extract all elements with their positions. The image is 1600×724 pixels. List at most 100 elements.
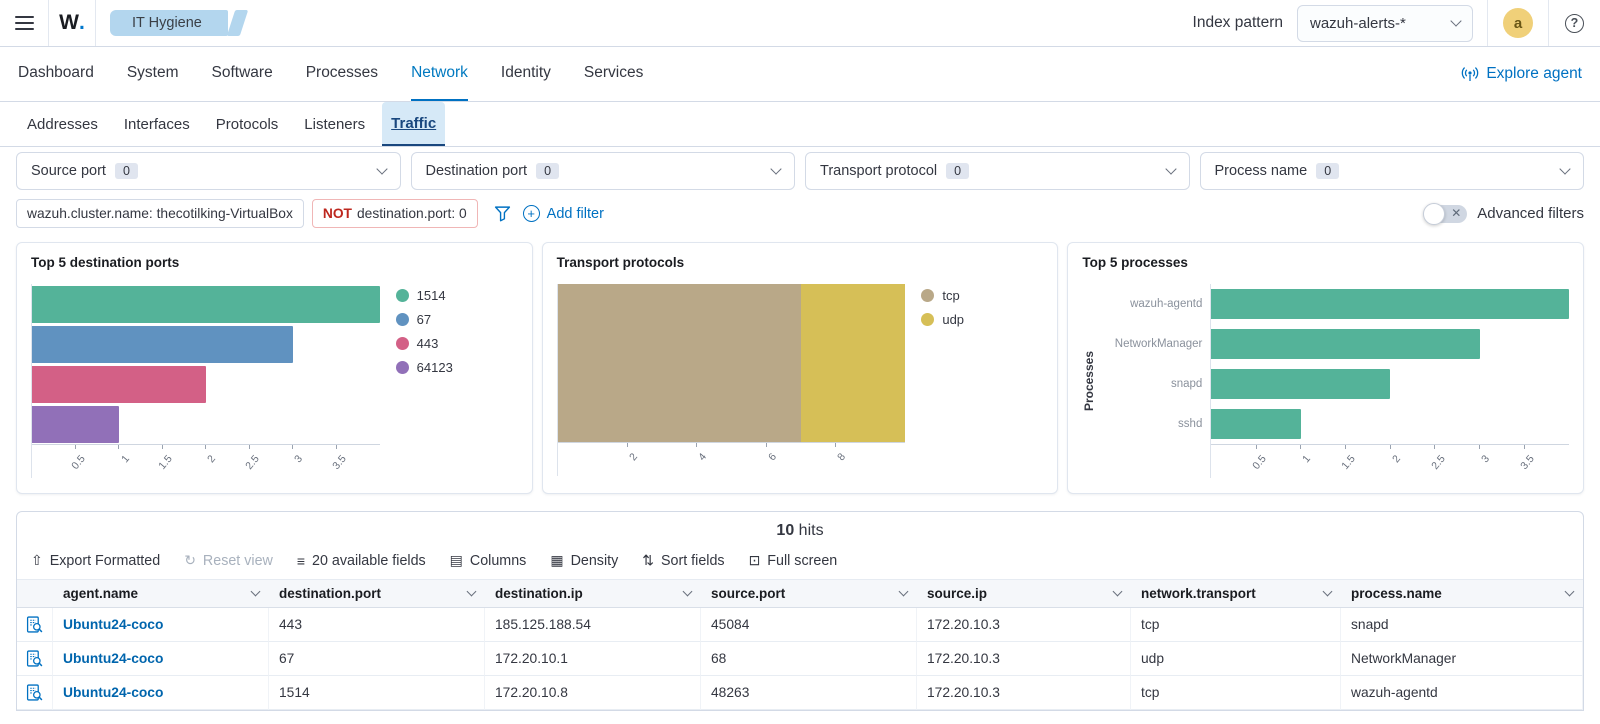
cell-agent.name[interactable]: Ubuntu24-coco bbox=[53, 676, 269, 710]
add-filter-button[interactable]: + Add filter bbox=[522, 205, 604, 222]
plot-area: 0.5 1 1.5 2 2.5 3 3.5 bbox=[1210, 284, 1570, 478]
app-tab-it-hygiene[interactable]: IT Hygiene bbox=[110, 10, 228, 36]
cell-destination.port: 443 bbox=[269, 608, 485, 642]
column-header-network.transport[interactable]: network.transport bbox=[1131, 579, 1341, 608]
bar-1514[interactable] bbox=[32, 285, 380, 323]
column-header-destination.ip[interactable]: destination.ip bbox=[485, 579, 701, 608]
filter-pill-negated[interactable]: NOT destination.port: 0 bbox=[311, 199, 478, 228]
tick-mark bbox=[335, 445, 337, 449]
chart-legend: 1514 67 443 64123 bbox=[380, 284, 518, 478]
chevron-down-icon bbox=[1564, 586, 1575, 597]
filter-funnel-icon[interactable] bbox=[494, 205, 511, 222]
wazuh-logo[interactable]: W. bbox=[49, 11, 95, 35]
bar-segment-udp[interactable] bbox=[801, 284, 906, 442]
bar-NetworkManager[interactable] bbox=[1211, 329, 1480, 359]
axis-tick: 3 bbox=[292, 445, 305, 465]
bar-wazuh-agentd[interactable] bbox=[1211, 289, 1570, 319]
tick-mark bbox=[1300, 445, 1302, 449]
inspect-document-button[interactable] bbox=[17, 642, 53, 676]
tick-label: 3 bbox=[292, 453, 306, 466]
toolbar-columns[interactable]: ▤ Columns bbox=[450, 552, 527, 569]
chevron-down-icon bbox=[1112, 586, 1123, 597]
filter-dropdown-destination-port[interactable]: Destination port 0 bbox=[410, 152, 795, 190]
filter-pill[interactable]: wazuh.cluster.name: thecotilking-Virtual… bbox=[16, 199, 304, 228]
columns-icon: ▤ bbox=[449, 552, 463, 568]
bar-row bbox=[32, 364, 380, 404]
bar-snapd[interactable] bbox=[1211, 369, 1391, 399]
toolbar-export-formatted[interactable]: ⇧ Export Formatted bbox=[31, 552, 160, 569]
filter-dropdown-source-port[interactable]: Source port 0 bbox=[16, 152, 401, 190]
tab-processes[interactable]: Processes bbox=[306, 47, 378, 101]
bar-64123[interactable] bbox=[32, 405, 119, 443]
tick-mark bbox=[74, 445, 76, 449]
chart-title: Transport protocols bbox=[556, 255, 685, 270]
tab-identity[interactable]: Identity bbox=[501, 47, 551, 101]
bar-67[interactable] bbox=[32, 325, 293, 363]
column-header-label: destination.port bbox=[279, 586, 381, 601]
tick-mark bbox=[205, 445, 207, 449]
help-icon[interactable]: ? bbox=[1565, 13, 1584, 33]
tick-mark bbox=[248, 445, 250, 449]
toolbar-full-screen[interactable]: ⊡ Full screen bbox=[749, 552, 838, 569]
legend-item[interactable]: tcp bbox=[921, 288, 1043, 303]
subtab-traffic[interactable]: Traffic bbox=[382, 102, 446, 146]
toolbar-20-available-fields[interactable]: ≡ 20 available fields bbox=[297, 553, 426, 569]
tick-mark bbox=[1434, 445, 1436, 449]
tab-services[interactable]: Services bbox=[584, 47, 643, 101]
legend-item[interactable]: 443 bbox=[395, 336, 518, 351]
column-header-source.port[interactable]: source.port bbox=[701, 579, 917, 608]
bar-row bbox=[32, 404, 380, 444]
bar-443[interactable] bbox=[32, 365, 206, 403]
advanced-filters-toggle[interactable]: ✕ bbox=[1423, 202, 1468, 225]
legend-label: tcp bbox=[942, 288, 960, 303]
cell-agent.name[interactable]: Ubuntu24-coco bbox=[53, 642, 269, 676]
column-header-label: destination.ip bbox=[495, 586, 583, 601]
toolbar-sort-fields[interactable]: ⇅ Sort fields bbox=[642, 552, 724, 569]
export-icon: ⇧ bbox=[31, 552, 43, 568]
column-header-agent.name[interactable]: agent.name bbox=[53, 579, 269, 608]
legend-item[interactable]: udp bbox=[921, 312, 1043, 327]
column-header-process.name[interactable]: process.name bbox=[1341, 579, 1583, 608]
explore-agent-link[interactable]: Explore agent bbox=[1461, 47, 1582, 101]
tick-label: 3.5 bbox=[1518, 453, 1537, 472]
axis-tick: 1.5 bbox=[1340, 445, 1358, 472]
legend-item[interactable]: 67 bbox=[395, 312, 518, 327]
column-header-destination.port[interactable]: destination.port bbox=[269, 579, 485, 608]
inspect-document-button[interactable] bbox=[17, 608, 53, 642]
bar-segment-tcp[interactable] bbox=[557, 284, 802, 442]
tab-dashboard[interactable]: Dashboard bbox=[18, 47, 94, 101]
index-pattern-select[interactable]: wazuh-alerts-* bbox=[1297, 4, 1473, 42]
bar-sshd[interactable] bbox=[1211, 409, 1301, 439]
tick-label: 3.5 bbox=[330, 453, 349, 472]
tab-software[interactable]: Software bbox=[212, 47, 273, 101]
subtab-addresses[interactable]: Addresses bbox=[18, 102, 107, 146]
cell-source.port: 45084 bbox=[701, 608, 917, 642]
tick-mark bbox=[292, 445, 294, 449]
subtab-interfaces[interactable]: Interfaces bbox=[115, 102, 199, 146]
x-axis: 2 4 6 8 bbox=[557, 442, 906, 476]
chart-title: Top 5 destination ports bbox=[31, 255, 180, 270]
filter-dropdown-transport-protocol[interactable]: Transport protocol 0 bbox=[805, 152, 1190, 190]
x-axis: 0.5 1 1.5 2 2.5 3 3.5 bbox=[1211, 444, 1570, 478]
avatar[interactable]: a bbox=[1503, 8, 1533, 38]
bar-row bbox=[1211, 324, 1569, 364]
menu-button[interactable] bbox=[0, 0, 48, 46]
axis-tick: 3 bbox=[1479, 445, 1492, 465]
tab-network[interactable]: Network bbox=[411, 47, 468, 101]
legend-item[interactable]: 64123 bbox=[395, 360, 518, 375]
toolbar-label: Full screen bbox=[767, 552, 838, 569]
legend-dot bbox=[395, 361, 409, 374]
toolbar-density[interactable]: ▦ Density bbox=[550, 552, 618, 569]
subtab-listeners[interactable]: Listeners bbox=[295, 102, 374, 146]
inspect-document-button[interactable] bbox=[17, 676, 53, 710]
chevron-down-icon bbox=[466, 586, 477, 597]
filter-dropdown-process-name[interactable]: Process name 0 bbox=[1199, 152, 1584, 190]
column-header-source.ip[interactable]: source.ip bbox=[917, 579, 1131, 608]
hits-count: 10 bbox=[776, 522, 795, 539]
tab-system[interactable]: System bbox=[127, 47, 179, 101]
legend-item[interactable]: 1514 bbox=[395, 288, 518, 303]
cell-network.transport: tcp bbox=[1131, 608, 1341, 642]
legend-dot bbox=[921, 313, 935, 326]
cell-agent.name[interactable]: Ubuntu24-coco bbox=[53, 608, 269, 642]
subtab-protocols[interactable]: Protocols bbox=[207, 102, 288, 146]
